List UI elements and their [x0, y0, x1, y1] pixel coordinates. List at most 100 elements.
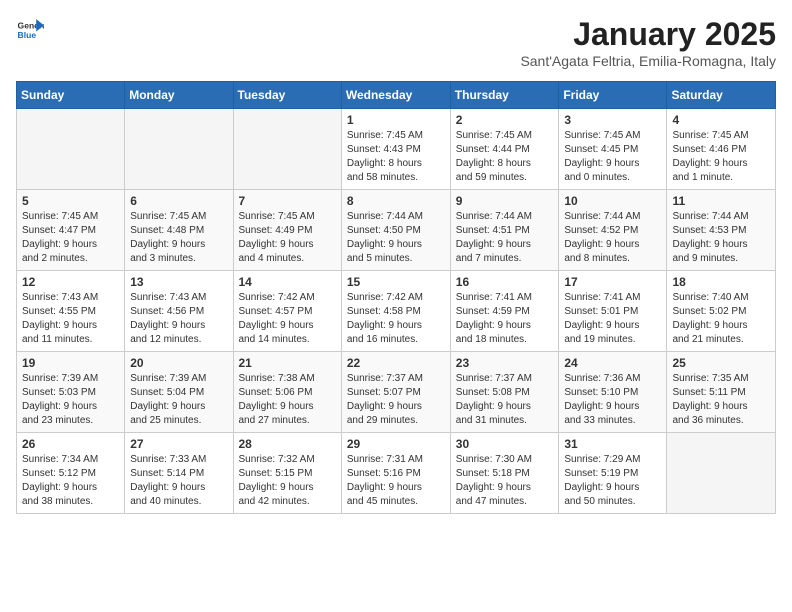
day-number: 20: [130, 356, 227, 370]
calendar-cell: 8 Sunrise: 7:44 AM Sunset: 4:50 PM Daylig…: [341, 190, 450, 271]
day-info: Sunrise: 7:31 AM Sunset: 5:16 PM Dayligh…: [347, 453, 445, 509]
calendar-cell: 4 Sunrise: 7:45 AM Sunset: 4:46 PM Daylig…: [667, 109, 776, 190]
calendar-week-row: 26 Sunrise: 7:34 AM Sunset: 5:12 PM Dayli…: [17, 433, 776, 514]
day-number: 18: [672, 275, 770, 289]
calendar-cell: 11 Sunrise: 7:44 AM Sunset: 4:53 PM Dayli…: [667, 190, 776, 271]
calendar-cell: 30 Sunrise: 7:30 AM Sunset: 5:18 PM Dayli…: [450, 433, 559, 514]
calendar-table: SundayMondayTuesdayWednesdayThursdayFrid…: [16, 81, 776, 514]
calendar-cell: 22 Sunrise: 7:37 AM Sunset: 5:07 PM Dayli…: [341, 352, 450, 433]
day-info: Sunrise: 7:40 AM Sunset: 5:02 PM Dayligh…: [672, 291, 770, 347]
day-number: 30: [456, 437, 554, 451]
calendar-cell: 10 Sunrise: 7:44 AM Sunset: 4:52 PM Dayli…: [559, 190, 667, 271]
day-number: 21: [239, 356, 336, 370]
calendar-cell: 31 Sunrise: 7:29 AM Sunset: 5:19 PM Dayli…: [559, 433, 667, 514]
calendar-cell: 9 Sunrise: 7:44 AM Sunset: 4:51 PM Daylig…: [450, 190, 559, 271]
day-info: Sunrise: 7:44 AM Sunset: 4:53 PM Dayligh…: [672, 210, 770, 266]
day-info: Sunrise: 7:43 AM Sunset: 4:56 PM Dayligh…: [130, 291, 227, 347]
day-info: Sunrise: 7:36 AM Sunset: 5:10 PM Dayligh…: [564, 372, 661, 428]
calendar-cell: 12 Sunrise: 7:43 AM Sunset: 4:55 PM Dayli…: [17, 271, 125, 352]
day-number: 6: [130, 194, 227, 208]
title-block: January 2025 Sant'Agata Feltria, Emilia-…: [520, 16, 776, 69]
calendar-week-row: 19 Sunrise: 7:39 AM Sunset: 5:03 PM Dayli…: [17, 352, 776, 433]
day-number: 16: [456, 275, 554, 289]
weekday-header-thursday: Thursday: [450, 82, 559, 109]
calendar-cell: 3 Sunrise: 7:45 AM Sunset: 4:45 PM Daylig…: [559, 109, 667, 190]
calendar-cell: 13 Sunrise: 7:43 AM Sunset: 4:56 PM Dayli…: [125, 271, 233, 352]
calendar-cell: 27 Sunrise: 7:33 AM Sunset: 5:14 PM Dayli…: [125, 433, 233, 514]
day-number: 15: [347, 275, 445, 289]
calendar-cell: 19 Sunrise: 7:39 AM Sunset: 5:03 PM Dayli…: [17, 352, 125, 433]
weekday-header-sunday: Sunday: [17, 82, 125, 109]
calendar-cell: 28 Sunrise: 7:32 AM Sunset: 5:15 PM Dayli…: [233, 433, 341, 514]
day-info: Sunrise: 7:44 AM Sunset: 4:51 PM Dayligh…: [456, 210, 554, 266]
day-info: Sunrise: 7:43 AM Sunset: 4:55 PM Dayligh…: [22, 291, 119, 347]
calendar-cell: 23 Sunrise: 7:37 AM Sunset: 5:08 PM Dayli…: [450, 352, 559, 433]
day-number: 7: [239, 194, 336, 208]
day-info: Sunrise: 7:37 AM Sunset: 5:07 PM Dayligh…: [347, 372, 445, 428]
day-number: 10: [564, 194, 661, 208]
day-info: Sunrise: 7:44 AM Sunset: 4:52 PM Dayligh…: [564, 210, 661, 266]
day-info: Sunrise: 7:35 AM Sunset: 5:11 PM Dayligh…: [672, 372, 770, 428]
day-number: 23: [456, 356, 554, 370]
logo: General Blue: [16, 16, 44, 44]
day-number: 25: [672, 356, 770, 370]
day-number: 17: [564, 275, 661, 289]
day-number: 28: [239, 437, 336, 451]
calendar-cell: [667, 433, 776, 514]
day-number: 13: [130, 275, 227, 289]
day-number: 26: [22, 437, 119, 451]
day-info: Sunrise: 7:42 AM Sunset: 4:57 PM Dayligh…: [239, 291, 336, 347]
calendar-cell: 26 Sunrise: 7:34 AM Sunset: 5:12 PM Dayli…: [17, 433, 125, 514]
calendar-cell: 29Sunrise: 7:31 AM Sunset: 5:16 PM Dayli…: [341, 433, 450, 514]
calendar-cell: 25 Sunrise: 7:35 AM Sunset: 5:11 PM Dayli…: [667, 352, 776, 433]
calendar-cell: 2Sunrise: 7:45 AM Sunset: 4:44 PM Daylig…: [450, 109, 559, 190]
day-info: Sunrise: 7:32 AM Sunset: 5:15 PM Dayligh…: [239, 453, 336, 509]
day-number: 31: [564, 437, 661, 451]
location-subtitle: Sant'Agata Feltria, Emilia-Romagna, Ital…: [520, 53, 776, 69]
calendar-cell: 24 Sunrise: 7:36 AM Sunset: 5:10 PM Dayli…: [559, 352, 667, 433]
calendar-cell: 21 Sunrise: 7:38 AM Sunset: 5:06 PM Dayli…: [233, 352, 341, 433]
day-info: Sunrise: 7:45 AM Sunset: 4:43 PM Dayligh…: [347, 129, 445, 185]
calendar-cell: 18 Sunrise: 7:40 AM Sunset: 5:02 PM Dayli…: [667, 271, 776, 352]
calendar-cell: 5Sunrise: 7:45 AM Sunset: 4:47 PM Daylig…: [17, 190, 125, 271]
calendar-cell: 1 Sunrise: 7:45 AM Sunset: 4:43 PM Daylig…: [341, 109, 450, 190]
day-number: 1: [347, 113, 445, 127]
logo-icon: General Blue: [16, 16, 44, 44]
calendar-week-row: 1 Sunrise: 7:45 AM Sunset: 4:43 PM Daylig…: [17, 109, 776, 190]
day-number: 11: [672, 194, 770, 208]
calendar-week-row: 12 Sunrise: 7:43 AM Sunset: 4:55 PM Dayli…: [17, 271, 776, 352]
day-number: 24: [564, 356, 661, 370]
day-info: Sunrise: 7:39 AM Sunset: 5:03 PM Dayligh…: [22, 372, 119, 428]
day-info: Sunrise: 7:44 AM Sunset: 4:50 PM Dayligh…: [347, 210, 445, 266]
day-number: 22: [347, 356, 445, 370]
day-info: Sunrise: 7:41 AM Sunset: 4:59 PM Dayligh…: [456, 291, 554, 347]
calendar-cell: 14Sunrise: 7:42 AM Sunset: 4:57 PM Dayli…: [233, 271, 341, 352]
day-number: 4: [672, 113, 770, 127]
day-info: Sunrise: 7:29 AM Sunset: 5:19 PM Dayligh…: [564, 453, 661, 509]
day-info: Sunrise: 7:45 AM Sunset: 4:46 PM Dayligh…: [672, 129, 770, 185]
day-number: 8: [347, 194, 445, 208]
day-info: Sunrise: 7:37 AM Sunset: 5:08 PM Dayligh…: [456, 372, 554, 428]
day-number: 2: [456, 113, 554, 127]
day-info: Sunrise: 7:34 AM Sunset: 5:12 PM Dayligh…: [22, 453, 119, 509]
weekday-header-saturday: Saturday: [667, 82, 776, 109]
day-number: 19: [22, 356, 119, 370]
day-info: Sunrise: 7:39 AM Sunset: 5:04 PM Dayligh…: [130, 372, 227, 428]
page-header: General Blue January 2025 Sant'Agata Fel…: [16, 16, 776, 69]
calendar-cell: [233, 109, 341, 190]
weekday-header-row: SundayMondayTuesdayWednesdayThursdayFrid…: [17, 82, 776, 109]
day-number: 3: [564, 113, 661, 127]
day-number: 12: [22, 275, 119, 289]
weekday-header-friday: Friday: [559, 82, 667, 109]
day-number: 27: [130, 437, 227, 451]
day-info: Sunrise: 7:45 AM Sunset: 4:45 PM Dayligh…: [564, 129, 661, 185]
calendar-cell: [17, 109, 125, 190]
calendar-week-row: 5Sunrise: 7:45 AM Sunset: 4:47 PM Daylig…: [17, 190, 776, 271]
calendar-cell: [125, 109, 233, 190]
day-info: Sunrise: 7:38 AM Sunset: 5:06 PM Dayligh…: [239, 372, 336, 428]
calendar-cell: 16 Sunrise: 7:41 AM Sunset: 4:59 PM Dayli…: [450, 271, 559, 352]
day-number: 9: [456, 194, 554, 208]
day-info: Sunrise: 7:33 AM Sunset: 5:14 PM Dayligh…: [130, 453, 227, 509]
day-number: 5: [22, 194, 119, 208]
day-info: Sunrise: 7:30 AM Sunset: 5:18 PM Dayligh…: [456, 453, 554, 509]
